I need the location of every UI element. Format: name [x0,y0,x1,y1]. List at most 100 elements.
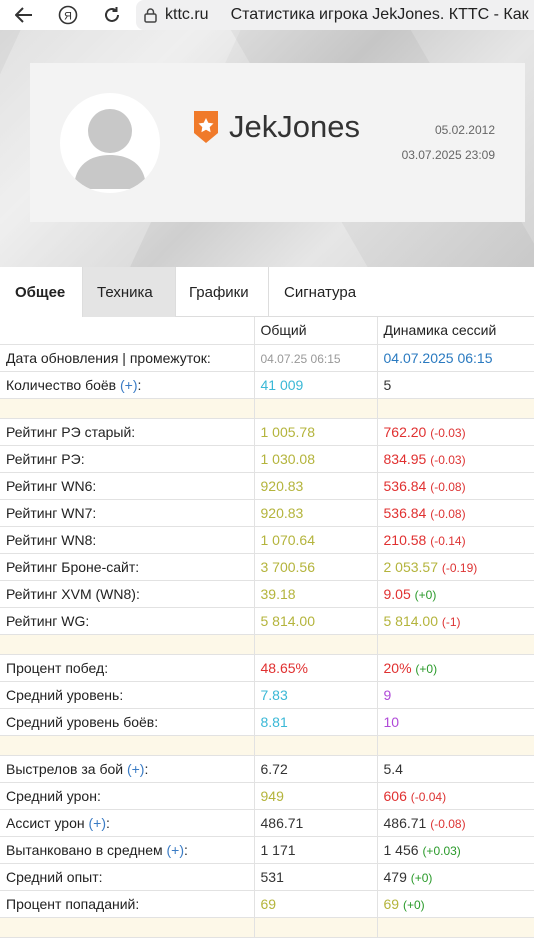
session-value-cell: 2 053.57 (-0.19) [377,553,534,581]
stat-label: Рейтинг WG: [6,612,90,629]
session-delta: (-0.04) [410,789,447,804]
overall-value-cell: 920.83 [254,472,378,500]
stat-label-cell: Средний уровень: [0,681,255,709]
overall-value: 1 070.64 [260,531,316,548]
tabs: Общее Техника Графики Сигнатура [0,267,534,317]
session-delta: (+0) [415,661,438,676]
stat-label: Процент попаданий: [6,895,140,912]
overall-value: 48.65% [260,659,308,676]
overall-value-cell: 3 700.56 [254,553,378,581]
stat-label-cell: Средний урон: [0,782,255,810]
table-row: Средний урон: 949 606 (-0.04) [0,782,534,810]
overall-value: 41 009 [260,376,304,393]
session-value: 834.95 [383,450,427,467]
table-spacer-row [0,917,534,938]
overall-value: 920.83 [260,477,304,494]
table-row: Рейтинг XVM (WN8): 39.18 9.05 (+0) [0,580,534,608]
session-value: 210.58 [383,531,427,548]
session-delta: (-1) [441,614,461,629]
stat-label-cell: Рейтинг Броне-сайт: [0,553,255,581]
expand-plus-link[interactable]: (+) [120,377,138,393]
session-value: 5 [383,376,392,393]
overall-value-cell: 920.83 [254,499,378,527]
stat-label: Рейтинг РЭ: [6,450,85,467]
expand-plus-link[interactable]: (+) [167,842,185,858]
tab-charts[interactable]: Графики [176,267,269,317]
overall-value-cell: 41 009 [254,371,378,399]
spacer-cell [254,735,378,756]
overall-value-cell: 1 171 [254,836,378,864]
tab-general[interactable]: Общее [0,267,83,317]
overall-value: 6.72 [260,760,288,777]
session-value: 2 053.57 [383,558,439,575]
reload-icon[interactable] [102,5,122,25]
overall-value: 8.81 [260,713,288,730]
avatar [60,93,160,193]
tab-signature[interactable]: Сигнатура [269,267,369,317]
overall-value: 5 814.00 [260,612,316,629]
session-value: 486.71 [383,814,427,831]
table-row: Рейтинг WN8: 1 070.64 210.58 (-0.14) [0,526,534,554]
stat-label: Средний уровень боёв: [6,713,159,730]
table-header-row: Общий Динамика сессий [0,317,534,345]
stat-label: Средний уровень: [6,686,124,703]
browser-toolbar: Я kttc.ru Статистика игрока JekJones. КТ… [0,0,534,30]
session-value: 536.84 [383,477,427,494]
stat-label: Рейтинг РЭ старый: [6,423,136,440]
session-value-cell: 606 (-0.04) [377,782,534,810]
spacer-cell [254,398,378,419]
label-colon: : [137,376,142,393]
lock-icon [144,7,157,23]
table-row: Вытанковано в среднем (+): 1 171 1 456 (+0… [0,836,534,864]
session-delta: (-0.08) [430,816,466,831]
session-value: 9 [383,686,392,703]
session-delta: (-0.08) [430,506,466,521]
overall-value-cell: 5 814.00 [254,607,378,635]
stat-label: Средний опыт: [6,868,103,885]
stat-label: Рейтинг WN8: [6,531,97,548]
session-value: 479 [383,868,407,885]
table-row: Рейтинг РЭ: 1 030.08 834.95 (-0.03) [0,445,534,473]
table-row: Рейтинг WG: 5 814.00 5 814.00 (-1) [0,607,534,635]
overall-value-cell: 531 [254,863,378,891]
spacer-cell [254,634,378,655]
stat-label-cell: Рейтинг WN6: [0,472,255,500]
overall-value: 7.83 [260,686,288,703]
expand-plus-link[interactable]: (+) [127,761,145,777]
tab-vehicles[interactable]: Техника [83,267,176,317]
session-value-cell: 04.07.2025 06:15 [377,344,534,372]
session-delta: (+0.03) [422,843,461,858]
stat-label: Дата обновления | промежуток: [6,349,211,366]
session-value: 536.84 [383,504,427,521]
overall-value: 1 005.78 [260,423,316,440]
session-value-cell: 834.95 (-0.03) [377,445,534,473]
session-value-cell: 69 (+0) [377,890,534,918]
table-header-cell: Динамика сессий [377,317,534,345]
table-row: Рейтинг Броне-сайт: 3 700.56 2 053.57 (-0.… [0,553,534,581]
registration-date: 05.02.2012 [434,123,495,137]
back-arrow-icon[interactable] [14,5,34,25]
session-value-cell: 536.84 (-0.08) [377,472,534,500]
session-value: 5.4 [383,760,403,777]
overall-value-cell: 1 005.78 [254,418,378,446]
address-bar[interactable]: kttc.ru Статистика игрока JekJones. КТТС… [136,0,534,30]
overall-value-cell: 1 030.08 [254,445,378,473]
session-delta: (-0.08) [430,479,466,494]
expand-plus-link[interactable]: (+) [89,815,107,831]
stat-label-cell: Рейтинг WG: [0,607,255,635]
session-value-cell: 9.05 (+0) [377,580,534,608]
session-delta: (-0.03) [430,425,466,440]
table-row: Средний опыт: 531 479 (+0) [0,863,534,891]
overall-value: 69 [260,895,277,912]
yandex-icon[interactable]: Я [58,5,78,25]
overall-value-cell: 949 [254,782,378,810]
overall-value: 04.07.25 06:15 [260,351,341,366]
page-title: Статистика игрока JekJones. КТТС - Как [230,6,529,23]
stat-label-cell: Выстрелов за бой (+): [0,755,255,783]
table-row: Рейтинг WN7: 920.83 536.84 (-0.08) [0,499,534,527]
session-delta: (-0.03) [430,452,466,467]
spacer-cell [377,634,534,655]
table-row: Процент попаданий: 69 69 (+0) [0,890,534,918]
table-row: Рейтинг WN6: 920.83 536.84 (-0.08) [0,472,534,500]
stat-label: Средний урон: [6,787,101,804]
